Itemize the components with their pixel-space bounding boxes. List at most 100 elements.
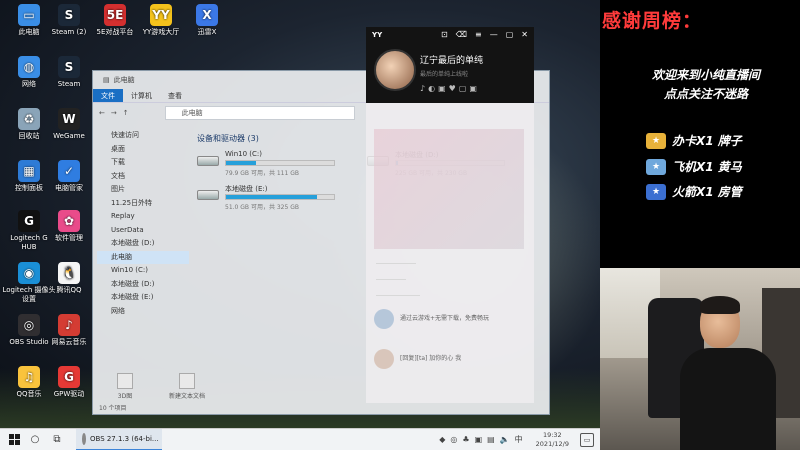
gift-text: 飞机X1 黄马 (672, 160, 742, 174)
nav-pane-item[interactable]: 文档 (97, 170, 189, 184)
tab-file[interactable]: 文件 (93, 89, 123, 102)
qq-music-icon: ♫ (18, 366, 40, 388)
nav-pane-item[interactable]: 本地磁盘 (D:) (97, 237, 189, 251)
tray-app-icon[interactable]: ◆ (439, 435, 445, 444)
pc-manager-icon: ✓ (58, 160, 80, 182)
tab-computer[interactable]: 计算机 (123, 89, 160, 102)
desktop-shortcut[interactable]: ♪ 网易云音乐 (42, 314, 96, 347)
notification-icon[interactable]: ▭ (580, 432, 594, 447)
desktop-shortcut[interactable]: W WeGame (42, 108, 96, 141)
clock-date: 2021/12/9 (535, 439, 569, 448)
back-arrow-icon[interactable]: ← (99, 109, 105, 117)
drive-name: 本地磁盘 (E:) (225, 185, 268, 193)
streamer-hair (700, 296, 740, 314)
file-item[interactable]: 3D图 (103, 373, 147, 400)
welcome-text: 欢迎来到小纯直播间 点点关注不迷路 (622, 66, 790, 104)
desktop-shortcut[interactable]: S Steam (42, 56, 96, 89)
network-icon: ◍ (18, 56, 40, 78)
minimize-icon[interactable]: — (490, 30, 498, 39)
desktop-shortcut-label: 网易云音乐 (51, 338, 87, 346)
file-item-label: 3D图 (117, 393, 133, 400)
text-document-icon (179, 373, 195, 389)
nav-pane-item[interactable]: 图片 (97, 183, 189, 197)
menu-icon[interactable]: ≡ (475, 30, 482, 39)
chat-avatar (374, 309, 394, 329)
drive-usage-fill (226, 161, 257, 165)
drive-usage-bar (225, 160, 335, 166)
steam-icon: S (58, 4, 80, 26)
hard-drive-icon (197, 156, 219, 166)
desktop-shortcut[interactable]: X 迅雷X (180, 4, 234, 37)
nav-pane-item[interactable]: Win10 (C:) (97, 264, 189, 278)
tray-app-icon[interactable]: ♣ (462, 435, 469, 444)
gift-entry: ★ 飞机X1 黄马 (646, 158, 742, 175)
yy-game-hall-icon: YY (150, 4, 172, 26)
drive-usage-fill (226, 195, 317, 199)
recycle-bin-icon: ♻ (18, 108, 40, 130)
start-button[interactable] (4, 429, 24, 450)
yy-badge-icons: ♪◐▣♥▢▣ (420, 84, 480, 93)
taskbar-app-label: OBS 27.1.3 (64-bi... (90, 434, 159, 443)
desktop-shortcut-label: 腾讯QQ (56, 286, 82, 294)
yy-window-controls: ⊡ ⌫ ≡ — ▢ ✕ (441, 30, 528, 39)
obs-icon (82, 432, 86, 445)
explorer-navigation-pane: 快速访问 桌面 下载 文档 图片 11.25日外特 Replay UserData 本地磁盘 (… (97, 129, 189, 318)
tab-view[interactable]: 查看 (160, 89, 190, 102)
drive-name: Win10 (C:) (225, 150, 262, 158)
obs-studio-icon: ◎ (18, 314, 40, 336)
nav-pane-item[interactable]: 网络 (97, 305, 189, 319)
chat-avatar (374, 349, 394, 369)
desktop-shortcut[interactable]: ✓ 电脑管家 (42, 160, 96, 193)
taskbar: ○ ⧉ OBS 27.1.3 (64-bi... ◆ ◎ ♣ ▣ ▤ 🔈 中 1… (0, 428, 600, 450)
forward-arrow-icon[interactable]: → (111, 109, 117, 117)
volume-icon[interactable]: 🔈 (500, 435, 510, 444)
language-indicator[interactable]: 中 (515, 434, 523, 445)
logitech-ghub-icon: G (18, 210, 40, 232)
chat-message: [回复][ta] 加你的心 我 (400, 355, 462, 362)
clock[interactable]: 19:32 2021/12/9 (536, 431, 569, 449)
gift-entry: ★ 办卡X1 牌子 (646, 132, 742, 149)
close-icon[interactable]: ✕ (521, 30, 528, 39)
nav-pane-item[interactable]: 桌面 (97, 143, 189, 157)
nav-pane-item[interactable]: 快速访问 (97, 129, 189, 143)
delete-icon[interactable]: ⌫ (456, 30, 467, 39)
drive-usage-bar (225, 194, 335, 200)
yy-photo-gallery[interactable] (374, 129, 524, 249)
file-item[interactable]: 新建文本文档 (165, 373, 209, 400)
netease-music-icon: ♪ (58, 314, 80, 336)
tray-app-icon[interactable]: ▣ (475, 435, 483, 444)
taskbar-app-obs[interactable]: OBS 27.1.3 (64-bi... (76, 428, 162, 450)
yy-logo: YY (372, 31, 383, 39)
drive-free-space: 79.9 GB 可用，共 111 GB (225, 170, 299, 177)
yy-popup-header: YY ⊡ ⌫ ≡ — ▢ ✕ 辽宁最后的单纯 最后的单纯上线啦 ♪◐▣♥▢▣ (366, 27, 534, 103)
webcam-feed (600, 268, 800, 450)
nav-pane-item[interactable]: UserData (97, 224, 189, 238)
desktop-shortcut[interactable]: G GPW驱动 (42, 366, 96, 399)
desktop-shortcut-label: Steam (57, 80, 81, 88)
logitech-camera-icon: ◉ (18, 262, 40, 284)
nav-pane-item[interactable]: Replay (97, 210, 189, 224)
search-circle-icon[interactable]: ○ (24, 429, 46, 450)
avatar[interactable] (374, 49, 416, 91)
drive-free-space: 51.0 GB 可用，共 325 GB (225, 204, 299, 211)
desktop-shortcut[interactable]: 🐧 腾讯QQ (42, 262, 96, 295)
yy-profile-popup[interactable]: YY ⊡ ⌫ ≡ — ▢ ✕ 辽宁最后的单纯 最后的单纯上线啦 ♪◐▣♥▢▣ 通… (366, 27, 534, 403)
up-arrow-icon[interactable]: ↑ (123, 109, 129, 117)
nav-pane-item[interactable]: 下载 (97, 156, 189, 170)
desktop-shortcut-label: 软件管理 (55, 234, 83, 242)
wegame-icon: W (58, 108, 80, 130)
nav-pane-item[interactable]: 本地磁盘 (D:) (97, 278, 189, 292)
maximize-icon[interactable]: ▢ (506, 30, 514, 39)
tray-app-icon[interactable]: ◎ (450, 435, 457, 444)
address-field[interactable]: 此电脑 (164, 106, 355, 120)
nav-pane-item[interactable]: 11.25日外特 (97, 197, 189, 211)
placeholder-line (376, 279, 406, 280)
desktop-shortcut[interactable]: ✿ 软件管理 (42, 210, 96, 243)
network-tray-icon[interactable]: ▤ (487, 435, 495, 444)
task-view-icon[interactable]: ⧉ (46, 429, 68, 450)
nav-pane-item[interactable]: 此电脑 (97, 250, 189, 264)
placeholder-line (376, 263, 416, 264)
nav-pane-item[interactable]: 本地磁盘 (E:) (97, 291, 189, 305)
welcome-line-2: 点点关注不迷路 (663, 87, 748, 101)
pin-icon[interactable]: ⊡ (441, 30, 448, 39)
